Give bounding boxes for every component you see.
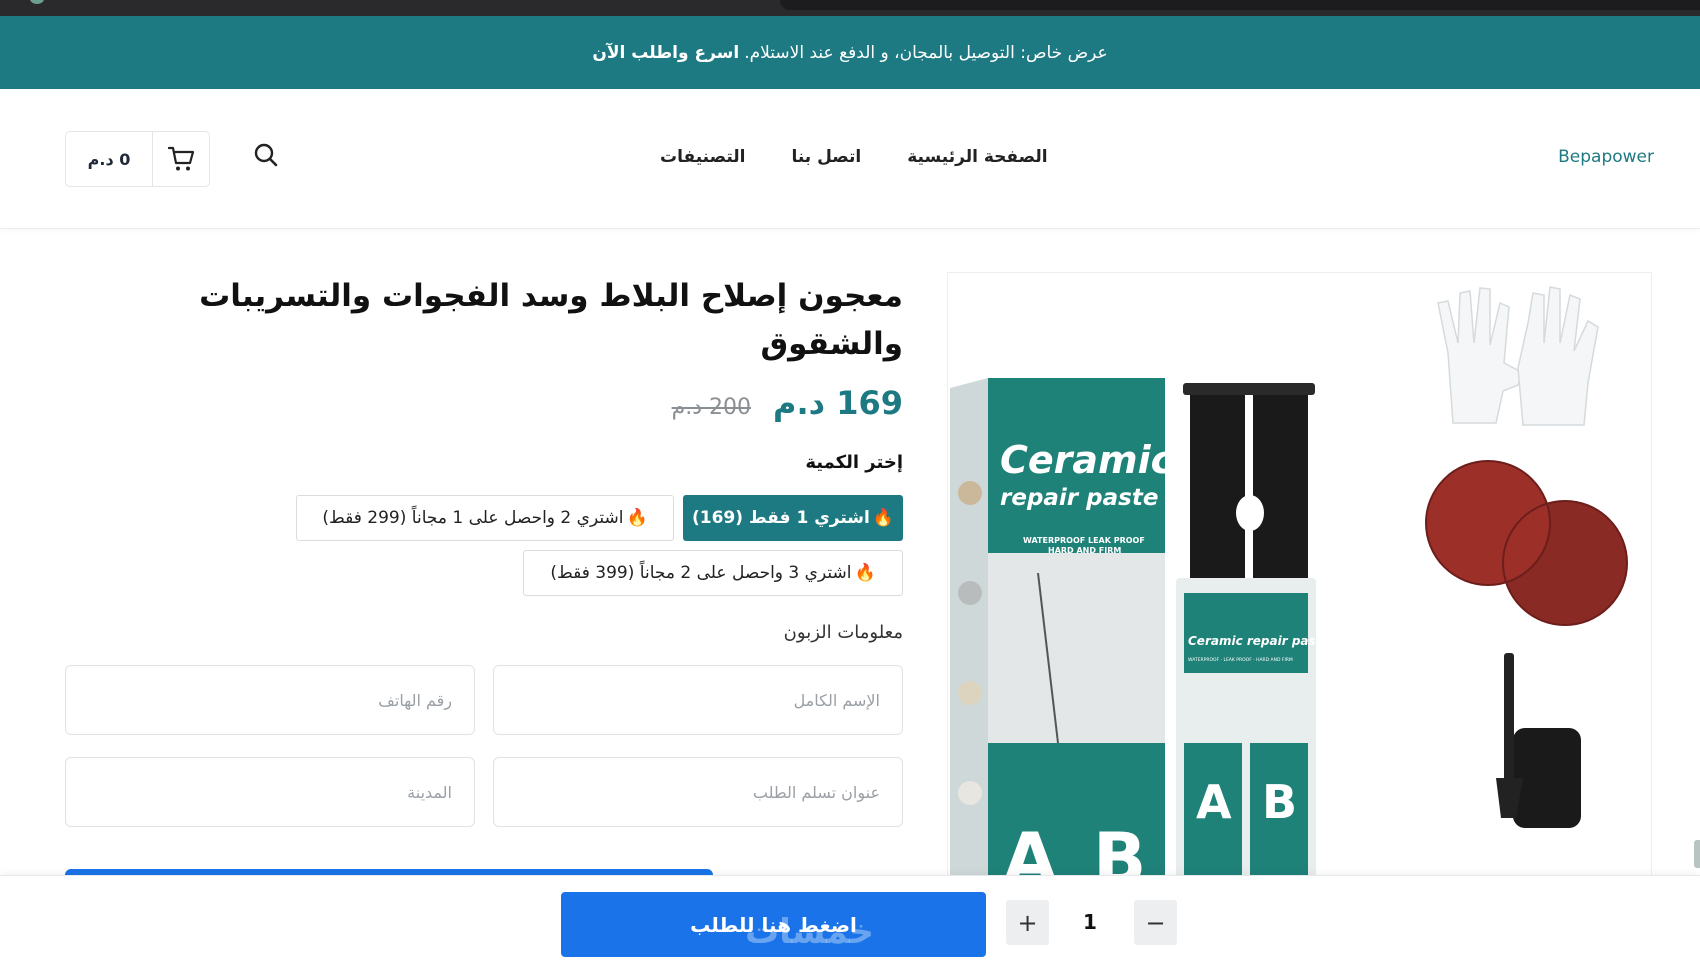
- quantity-label: إختر الكمية: [805, 452, 903, 473]
- nav-categories[interactable]: التصنيفات: [660, 147, 745, 167]
- nav-home[interactable]: الصفحة الرئيسية: [907, 147, 1047, 167]
- announcement-text: عرض خاص: التوصيل بالمجان، و الدفع عند ال…: [744, 42, 1108, 63]
- nav-contact[interactable]: اتصل بنا: [791, 147, 861, 167]
- original-price: 200 د.م: [671, 395, 752, 420]
- svg-text:WATERPROOF · LEAK PROOF · HARD: WATERPROOF · LEAK PROOF · HARD AND FIRM: [1188, 657, 1293, 663]
- fire-icon: 🔥: [626, 508, 648, 528]
- address-field[interactable]: [493, 757, 903, 827]
- browser-tab-strip: [780, 0, 1700, 10]
- announcement-cta: اسرع واطلب الآن: [592, 42, 740, 63]
- gloves-image: [1437, 286, 1599, 426]
- svg-text:Ceramic: Ceramic: [1000, 438, 1174, 482]
- price-block: 169 د.م 200 د.م: [672, 384, 903, 422]
- fire-icon: 🔥: [854, 563, 876, 583]
- quantity-decrease-button[interactable]: −: [1134, 900, 1177, 945]
- svg-text:A: A: [1003, 818, 1057, 882]
- current-price: 169 د.م: [773, 384, 903, 422]
- svg-text:A: A: [1196, 775, 1232, 829]
- brand-logo[interactable]: Bepapower: [1558, 147, 1654, 167]
- svg-text:repair paste: repair paste: [1000, 485, 1158, 511]
- product-image[interactable]: Ceramic repair paste WATERPROOF LEAK PRO…: [947, 272, 1652, 882]
- quantity-option-label: اشتري 2 واحصل على 1 مجاناً (299 فقط): [322, 508, 624, 528]
- svg-text:B: B: [1093, 818, 1146, 882]
- fire-icon: 🔥: [872, 508, 895, 528]
- quantity-option-label: اشتري 1 فقط (169): [691, 508, 870, 528]
- main-nav: الصفحة الرئيسية اتصل بنا التصنيفات: [660, 147, 1048, 167]
- search-icon[interactable]: [252, 141, 280, 169]
- cart-amount: 0 د.م: [66, 132, 153, 186]
- sanding-discs-image: [1425, 460, 1628, 626]
- svg-text:B: B: [1262, 775, 1297, 829]
- quantity-value: 1: [1083, 910, 1097, 934]
- quantity-option-label: اشتري 3 واحصل على 2 مجاناً (399 فقط): [550, 563, 852, 583]
- svg-text:WATERPROOF LEAK PROOF: WATERPROOF LEAK PROOF: [1023, 536, 1145, 545]
- cart-icon: [153, 132, 209, 186]
- quantity-increase-button[interactable]: +: [1006, 900, 1049, 945]
- city-field[interactable]: [65, 757, 475, 827]
- product-box-image: Ceramic repair paste WATERPROOF LEAK PRO…: [950, 378, 1174, 882]
- scraper-image: [1496, 653, 1581, 828]
- quantity-option-2[interactable]: 🔥 اشتري 2 واحصل على 1 مجاناً (299 فقط): [296, 495, 674, 541]
- site-header: Bepapower الصفحة الرئيسية اتصل بنا التصن…: [0, 89, 1700, 229]
- customer-info-label: معلومات الزبون: [783, 622, 903, 643]
- order-button[interactable]: اضغط هنا للطلب: [561, 892, 986, 957]
- tab-indicator: [30, 0, 44, 4]
- floating-widget-edge[interactable]: [1694, 840, 1700, 868]
- cart-button[interactable]: 0 د.م: [65, 131, 210, 187]
- phone-field[interactable]: [65, 665, 475, 735]
- svg-text:Ceramic repair paste: Ceramic repair paste: [1188, 634, 1330, 648]
- announcement-bar: عرض خاص: التوصيل بالمجان، و الدفع عند ال…: [0, 16, 1700, 89]
- svg-text:25G: 25G: [1266, 851, 1288, 862]
- quantity-option-1[interactable]: 🔥 اشتري 1 فقط (169): [683, 495, 903, 541]
- svg-text:25G: 25G: [1201, 851, 1223, 862]
- sticky-order-bar: اضغط هنا للطلب خمسات + 1 −: [0, 875, 1700, 970]
- quantity-option-3[interactable]: 🔥 اشتري 3 واحصل على 2 مجاناً (399 فقط): [523, 550, 903, 596]
- svg-text:HARD AND FIRM: HARD AND FIRM: [1048, 546, 1121, 555]
- product-title: معجون إصلاح البلاط وسد الفجوات والتسريبا…: [199, 278, 903, 362]
- full-name-field[interactable]: [493, 665, 903, 735]
- browser-chrome: [0, 0, 1700, 16]
- syringe-image: Ceramic repair paste WATERPROOF · LEAK P…: [1176, 383, 1330, 881]
